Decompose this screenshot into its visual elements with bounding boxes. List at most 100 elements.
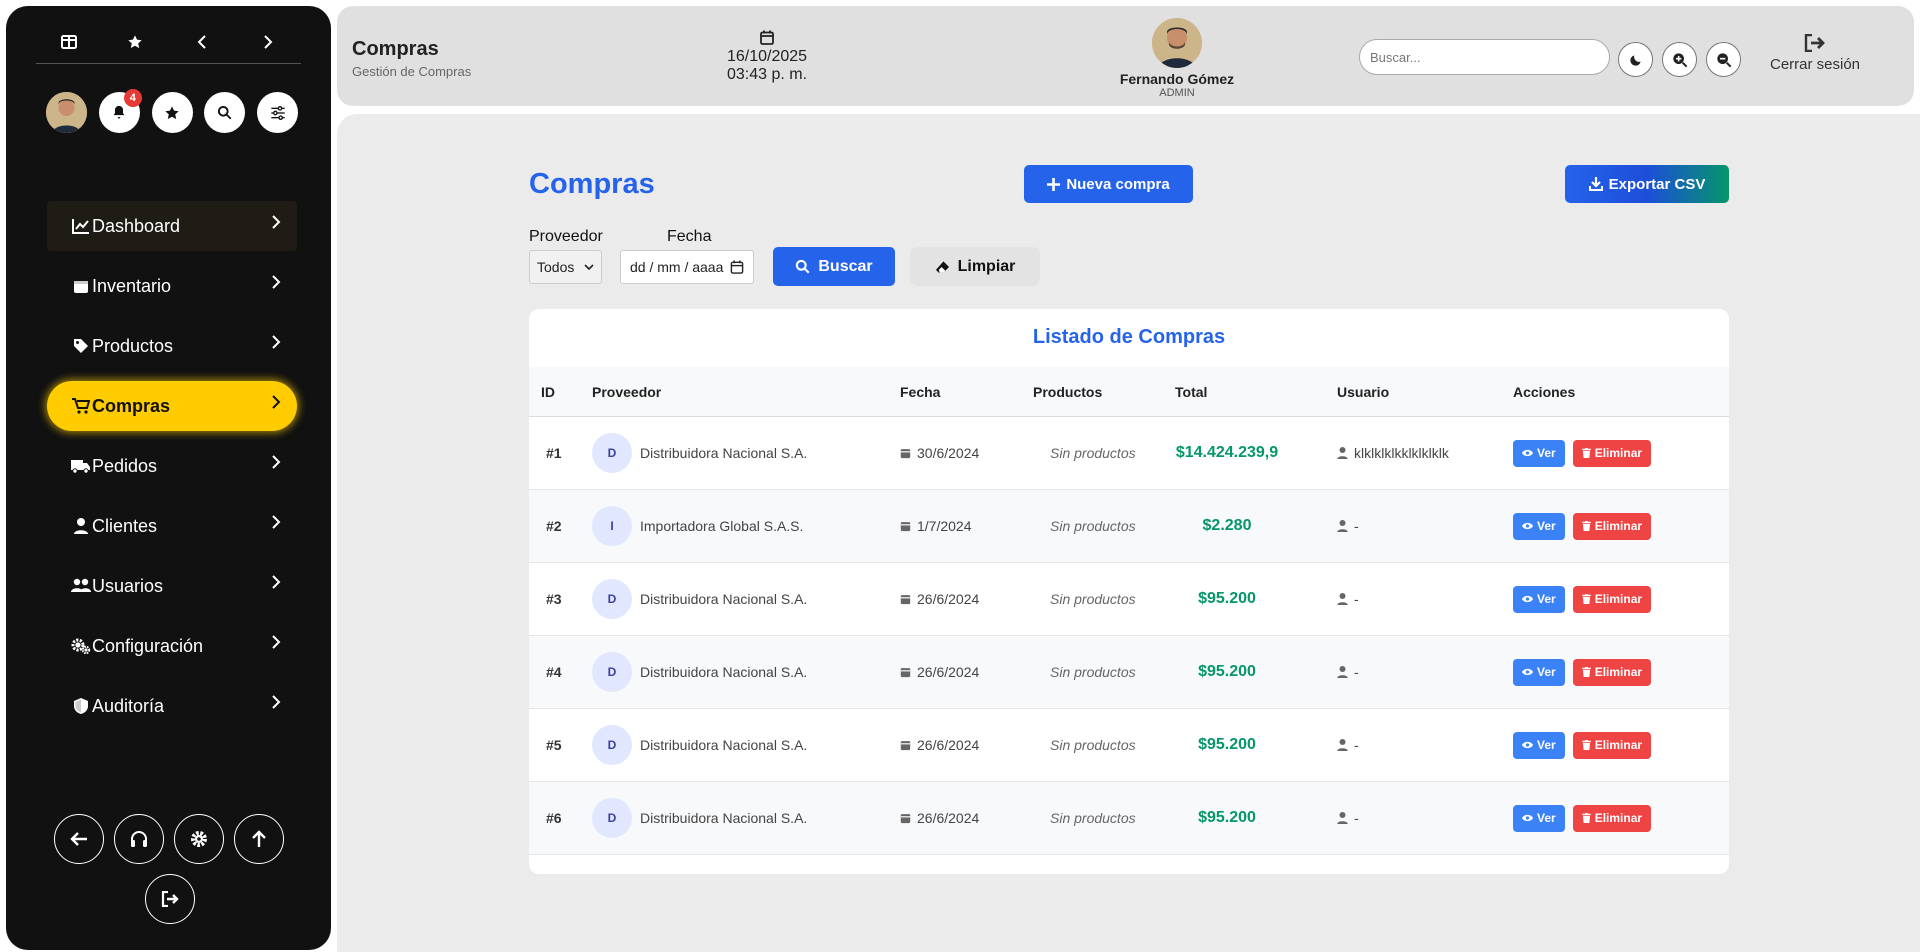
eye-icon [1522,595,1533,603]
trash-icon [1581,448,1591,458]
avatar[interactable] [1152,18,1202,68]
proveedor-select[interactable]: Todos [529,250,602,284]
view-button[interactable]: Ver [1513,512,1565,540]
zoom-in-button[interactable] [1662,42,1697,77]
supplier-name: Distribuidora Nacional S.A. [640,737,808,753]
sidebar-item-configuracion[interactable]: Configuración [47,621,297,671]
dark-mode-button[interactable] [1618,42,1653,77]
column-header: Total [1175,383,1208,400]
chevron-left-icon[interactable] [190,30,214,54]
sidebar-item-label: Auditoría [92,695,165,716]
sidebar-logout-button[interactable] [145,874,195,924]
sidebar-item-label: Inventario [92,275,172,296]
favorites-button[interactable] [151,92,193,133]
current-date: 16/10/2025 [726,48,808,65]
sidebar-item-productos[interactable]: Productos [47,321,297,371]
export-csv-button[interactable]: Exportar CSV [1565,165,1729,203]
user-icon [1337,666,1348,678]
zoom-out-button[interactable] [1706,42,1741,77]
tag-icon [71,336,91,356]
sidebar-nav: Dashboard Inventario Productos Compras P… [47,201,297,741]
delete-button[interactable]: Eliminar [1572,439,1652,467]
calendar-icon[interactable] [730,260,744,274]
sidebar-item-pedidos[interactable]: Pedidos [47,441,297,491]
chevron-right-icon [272,215,281,229]
clear-button[interactable]: Limpiar [910,247,1040,286]
logout-button[interactable]: Cerrar sesión [1755,33,1875,73]
purchase-date: 26/6/2024 [917,664,980,680]
user-profile[interactable]: Fernando Gómez ADMIN [1107,18,1247,99]
eye-icon [1522,522,1533,530]
column-header: Acciones [1513,383,1576,400]
view-button[interactable]: Ver [1513,804,1565,832]
new-purchase-button[interactable]: Nueva compra [1024,165,1193,203]
scroll-top-button[interactable] [234,814,284,864]
search-button[interactable]: Buscar [773,247,895,286]
star-icon[interactable] [123,30,147,54]
settings-button[interactable] [174,814,224,864]
sidebar-item-inventario[interactable]: Inventario [47,261,297,311]
user-name: Fernando Gómez [1119,71,1235,87]
table-header: ID Proveedor Fecha Productos Total Usuar… [529,367,1729,417]
user-name: klklklklkklklklklk [1354,445,1449,461]
search-input[interactable] [1359,39,1610,75]
sidebar-item-dashboard[interactable]: Dashboard [47,201,297,251]
view-button[interactable]: Ver [1513,731,1565,759]
user-name: - [1354,810,1359,826]
sidebar-item-label: Compras [92,395,171,416]
search-button[interactable] [204,92,246,133]
sidebar-footer-actions [54,814,294,924]
moon-icon [1629,54,1641,66]
filters-button[interactable] [257,92,298,133]
download-icon [1588,177,1603,191]
view-button[interactable]: Ver [1513,439,1565,467]
calendar-icon [900,447,911,459]
cart-icon [71,396,91,416]
sidebar-item-label: Dashboard [92,215,181,236]
delete-button[interactable]: Eliminar [1572,731,1652,759]
page-subtitle: Gestión de Compras [352,64,472,79]
date-cell: 30/6/2024 [900,417,979,489]
purchase-date: 30/6/2024 [917,445,980,461]
back-button[interactable] [54,814,104,864]
user-icon [1337,593,1348,605]
supplier-avatar: D [592,433,632,473]
notifications-button[interactable]: 4 [98,89,142,133]
supplier-avatar: D [592,798,632,838]
support-button[interactable] [114,814,164,864]
star-icon [165,105,179,119]
delete-button[interactable]: Eliminar [1572,658,1652,686]
table-row: #1 D Distribuidora Nacional S.A. 30/6/2024 S… [529,417,1729,490]
supplier-name: Importadora Global S.A.S. [640,518,804,534]
view-button[interactable]: Ver [1513,658,1565,686]
delete-button[interactable]: Eliminar [1572,585,1652,613]
table-row: #4 D Distribuidora Nacional S.A. 26/6/2024 S… [529,636,1729,709]
delete-button[interactable]: Eliminar [1572,512,1652,540]
clear-button-label: Limpiar [957,257,1016,275]
purchase-id: #4 [546,664,562,680]
avatar[interactable] [46,92,87,133]
sidebar-item-label: Pedidos [92,455,158,476]
column-header: Proveedor [592,383,662,400]
chevron-right-icon[interactable] [256,30,280,54]
user-name: - [1354,737,1359,753]
chart-line-icon [71,216,91,236]
supplier-cell: D Distribuidora Nacional S.A. [592,636,807,708]
purchase-date: 26/6/2024 [917,591,980,607]
layout-icon[interactable] [57,30,81,54]
chevron-right-icon [272,395,281,409]
sidebar-item-clientes[interactable]: Clientes [47,501,297,551]
sidebar-item-usuarios[interactable]: Usuarios [47,561,297,611]
fecha-input[interactable]: dd / mm / aaaa [620,250,754,284]
trash-icon [1581,594,1591,604]
delete-button[interactable]: Eliminar [1572,804,1652,832]
table-row: #5 D Distribuidora Nacional S.A. 26/6/2024 S… [529,709,1729,782]
sidebar-item-auditoria[interactable]: Auditoría [47,681,297,731]
sidebar-item-compras[interactable]: Compras [47,381,297,431]
sidebar: 4 Dashboard Inventario Productos Compras… [6,6,331,950]
shield-icon [71,696,91,716]
table-title: Listado de Compras [1032,326,1226,348]
headset-icon [131,831,147,847]
actions-cell: Ver Eliminar [1513,417,1652,489]
view-button[interactable]: Ver [1513,585,1565,613]
